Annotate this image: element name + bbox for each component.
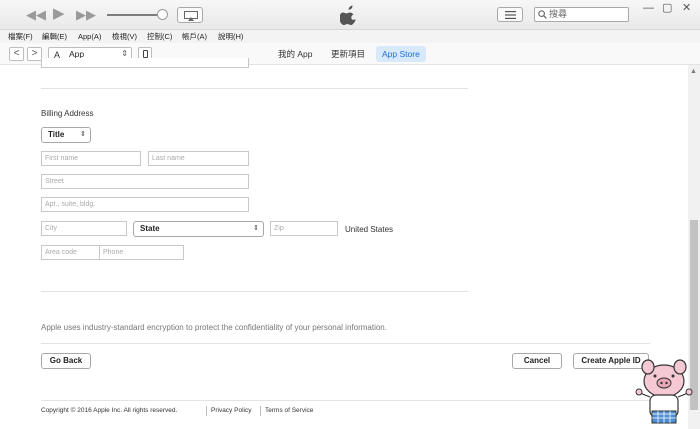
phone-field[interactable]: Phone <box>99 245 184 260</box>
privacy-policy-link[interactable]: Privacy Policy <box>211 407 251 414</box>
chevron-updown-icon: ⇕ <box>253 225 259 232</box>
airplay-button[interactable] <box>177 7 203 23</box>
title-select[interactable]: Title ⇕ <box>41 127 91 143</box>
terms-of-service-link[interactable]: Terms of Service <box>265 407 313 414</box>
player-bar: ◀◀ ▶ ▶▶ 搜尋 — ▢ ✕ <box>0 0 700 30</box>
tab-my-apps[interactable]: 我的 App <box>272 46 319 62</box>
menu-bar: 檔案(F) 編輯(E) App(A) 檢視(V) 控制(C) 帳戶(A) 說明(… <box>0 30 700 43</box>
menu-app[interactable]: App(A) <box>78 31 101 42</box>
back-button[interactable]: < <box>9 47 24 61</box>
apple-logo-icon <box>340 5 356 25</box>
cancel-button[interactable]: Cancel <box>512 353 562 369</box>
list-icon <box>505 11 516 19</box>
search-placeholder: 搜尋 <box>549 9 568 19</box>
menu-view[interactable]: 檢視(V) <box>112 31 137 42</box>
up-next-button[interactable] <box>497 7 523 22</box>
minimize-icon[interactable]: — <box>643 2 654 14</box>
street-field[interactable]: Street <box>41 174 249 189</box>
divider <box>41 291 468 292</box>
country-label: United States <box>345 225 394 234</box>
title-select-value: Title <box>48 130 65 139</box>
airplay-icon <box>184 11 198 21</box>
mascot-sticker-icon <box>635 359 693 424</box>
divider <box>41 88 468 89</box>
play-icon[interactable]: ▶ <box>53 6 65 22</box>
footer-separator <box>206 406 207 416</box>
menu-edit[interactable]: 編輯(E) <box>42 31 67 42</box>
area-code-field[interactable]: Area code <box>41 245 100 260</box>
encryption-note: Apple uses industry-standard encryption … <box>41 323 387 332</box>
forward-button[interactable]: > <box>27 47 42 61</box>
section-title: Billing Address <box>41 109 94 118</box>
close-icon[interactable]: ✕ <box>682 2 691 14</box>
maximize-icon[interactable]: ▢ <box>662 2 672 14</box>
last-name-field[interactable]: Last name <box>148 151 249 166</box>
menu-help[interactable]: 說明(H) <box>218 31 243 42</box>
menu-account[interactable]: 帳戶(A) <box>182 31 207 42</box>
footer-separator <box>260 406 261 416</box>
tab-app-store[interactable]: App Store <box>376 46 426 62</box>
divider <box>41 343 650 344</box>
apt-field[interactable]: Apt., suite, bldg. <box>41 197 249 212</box>
first-name-field[interactable]: First name <box>41 151 141 166</box>
state-select-value: State <box>140 224 160 233</box>
tab-updates[interactable]: 更新項目 <box>325 46 371 62</box>
chevron-updown-icon: ⇕ <box>80 131 86 138</box>
rewind-icon[interactable]: ◀◀ <box>26 7 46 23</box>
volume-knob[interactable] <box>157 9 168 20</box>
fast-forward-icon[interactable]: ▶▶ <box>76 7 96 23</box>
city-field[interactable]: City <box>41 221 127 236</box>
divider <box>41 400 650 401</box>
search-icon <box>538 10 547 19</box>
menu-file[interactable]: 檔案(F) <box>8 31 33 42</box>
state-select[interactable]: State ⇕ <box>133 221 264 237</box>
search-input[interactable]: 搜尋 <box>534 7 629 22</box>
zip-field[interactable]: Zip <box>270 221 338 236</box>
go-back-button[interactable]: Go Back <box>41 353 91 369</box>
copyright-text: Copyright © 2016 Apple Inc. All rights r… <box>41 407 178 414</box>
scroll-up-icon[interactable]: ▲ <box>690 68 697 75</box>
menu-controls[interactable]: 控制(C) <box>147 31 172 42</box>
iphone-icon <box>143 50 148 58</box>
cropped-field[interactable] <box>41 58 249 68</box>
